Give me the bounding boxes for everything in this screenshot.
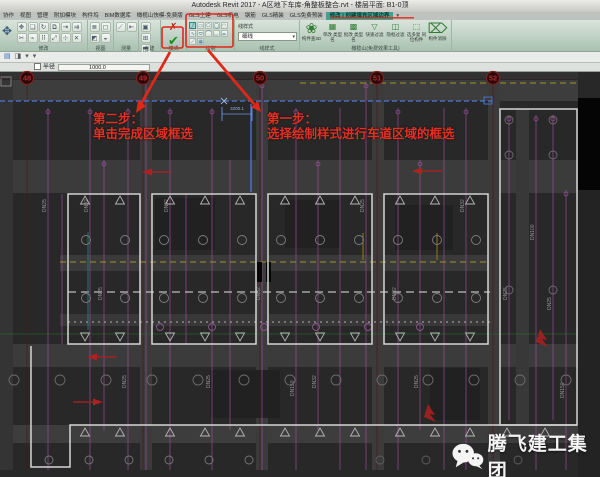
annotation-step1: 第一步： 选择绘制样式进行车道区域的框选 — [267, 112, 455, 142]
pipe-size-label: DN32 — [312, 375, 318, 388]
pipe-size-label: DN32 — [84, 199, 90, 212]
watermark: 腾飞建工集团 — [452, 429, 600, 477]
wechat-icon — [452, 441, 484, 471]
watermark-text: 腾飞建工集团 — [488, 429, 600, 477]
grid-bubble-label: 50 — [256, 74, 264, 83]
temporary-dimension: 3200.1 — [230, 106, 244, 111]
pipe-size-label: DN25 — [42, 199, 48, 212]
pipe-size-label: DN25 — [547, 297, 553, 310]
step1-text: 选择绘制样式进行车道区域的框选 — [267, 127, 455, 142]
pipe-size-label: DN25 — [414, 375, 420, 388]
grid-bubble-label: 51 — [373, 74, 381, 83]
step2-title: 第二步： — [93, 112, 193, 127]
drawing-canvas[interactable]: DN25 DN32 DN25 DN25 DN32 DN25 DN32 DN150 DN32 DN2… — [0, 0, 600, 477]
revit-window: Autodesk Revit 2017 - A区地下车库-角整板整合.rvt -… — [0, 0, 600, 477]
pipe-size-label: DN25 — [206, 375, 212, 388]
pipe-size-label: DN25 — [122, 375, 128, 388]
pipe-size-label: DN150 — [290, 380, 296, 396]
annotation-step2: 第二步： 单击完成区域框选 — [93, 112, 193, 142]
step2-text: 单击完成区域框选 — [93, 127, 193, 142]
grid-bubble-label: 48 — [23, 74, 31, 83]
pipe-size-label: DN32 — [460, 199, 466, 212]
pipe-size-label: DN25 — [360, 199, 366, 212]
grid-bubble-label: 52 — [489, 74, 497, 83]
pipe-size-label: DN25 — [98, 287, 104, 300]
pipe-size-label: DN32 — [256, 287, 262, 300]
grid-bubble-label: 49 — [139, 74, 147, 83]
pipe-size-label: DN100 — [530, 224, 536, 240]
step1-title: 第一步： — [267, 112, 455, 127]
